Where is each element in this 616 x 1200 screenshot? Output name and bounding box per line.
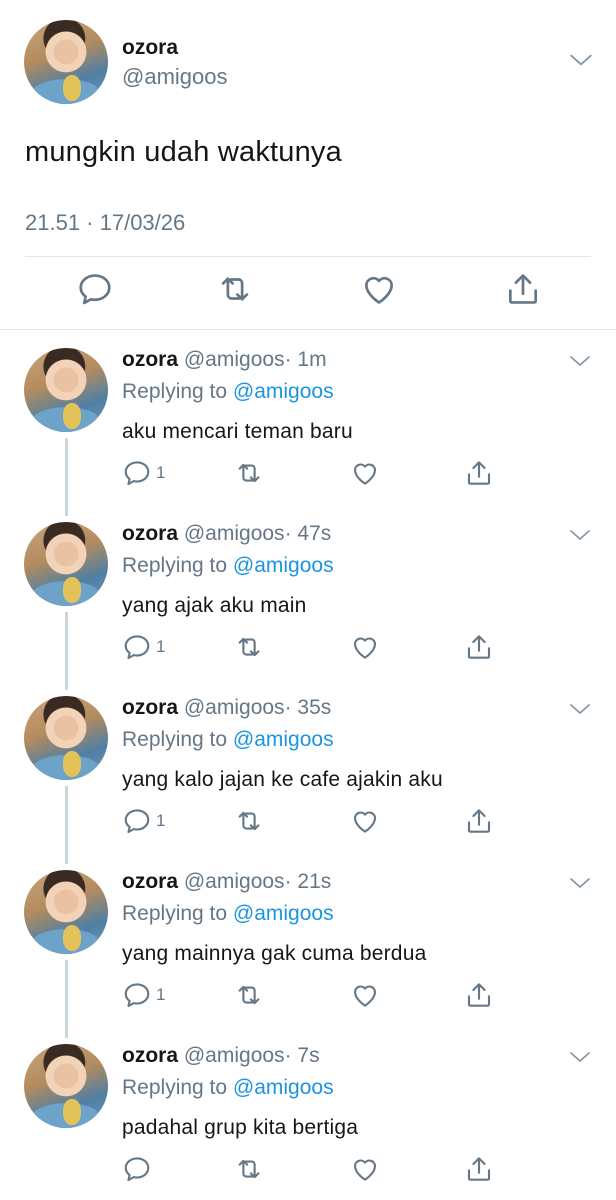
replying-to: Replying to @amigoos <box>122 902 334 925</box>
author-name[interactable]: ozora <box>122 1044 178 1067</box>
reply-icon <box>122 980 152 1010</box>
reply-count: 1 <box>156 985 166 1004</box>
retweet-icon[interactable] <box>234 456 264 490</box>
reply-count: 1 <box>156 637 166 656</box>
replying-to: Replying to @amigoos <box>122 728 334 751</box>
like-icon[interactable] <box>350 630 380 664</box>
tweet-text: aku mencari teman baru <box>122 420 353 443</box>
tweet-time: · 47s <box>284 522 332 545</box>
author-handle[interactable]: @amigoos <box>122 64 228 90</box>
avatar[interactable] <box>24 348 108 432</box>
retweet-icon[interactable] <box>234 978 264 1012</box>
share-icon[interactable] <box>464 456 494 490</box>
reply-icon <box>122 806 152 836</box>
retweet-icon[interactable] <box>234 630 264 664</box>
mention-link[interactable]: @amigoos <box>233 554 334 577</box>
reply-tweet[interactable]: ozora @amigoos· 47s Replying to @amigoos… <box>0 522 616 696</box>
reply-count: 1 <box>156 811 166 830</box>
chevron-down-icon[interactable] <box>568 700 592 718</box>
reply-icon <box>122 632 152 662</box>
reply-button[interactable] <box>122 1152 156 1186</box>
like-icon[interactable] <box>350 978 380 1012</box>
avatar[interactable] <box>24 1044 108 1128</box>
reply-tweet[interactable]: ozora @amigoos· 21s Replying to @amigoos… <box>0 870 616 1044</box>
tweet-time: · 35s <box>284 696 332 719</box>
divider <box>25 256 591 257</box>
reply-button[interactable]: 1 <box>122 630 165 664</box>
reply-button[interactable]: 1 <box>122 456 165 490</box>
tweet-text: mungkin udah waktunya <box>25 136 342 168</box>
tweet-text: yang kalo jajan ke cafe ajakin aku <box>122 768 443 791</box>
tweet-time: · 7s <box>284 1044 320 1067</box>
author-name[interactable]: ozora <box>122 522 178 545</box>
share-icon[interactable] <box>464 804 494 838</box>
like-icon[interactable] <box>350 1152 380 1186</box>
author-handle[interactable]: @amigoos <box>184 870 285 893</box>
retweet-icon[interactable] <box>216 270 256 314</box>
tweet-text: yang mainnya gak cuma berdua <box>122 942 427 965</box>
author-name[interactable]: ozora <box>122 870 178 893</box>
mention-link[interactable]: @amigoos <box>233 380 334 403</box>
chevron-down-icon[interactable] <box>568 352 592 370</box>
share-icon[interactable] <box>504 270 544 314</box>
reply-icon <box>122 1154 152 1184</box>
author-name[interactable]: ozora <box>122 696 178 719</box>
reply-button[interactable]: 1 <box>122 804 165 838</box>
tweet-actions: 1 <box>122 978 502 1014</box>
share-icon[interactable] <box>464 978 494 1012</box>
share-icon[interactable] <box>464 1152 494 1186</box>
tweet-actions: 1 <box>122 456 502 492</box>
chevron-down-icon[interactable] <box>568 874 592 892</box>
like-icon[interactable] <box>360 270 400 314</box>
chevron-down-icon[interactable] <box>568 1048 592 1066</box>
tweet-time: · 21s <box>284 870 332 893</box>
tweet-text: padahal grup kita bertiga <box>122 1116 359 1139</box>
like-icon[interactable] <box>350 804 380 838</box>
chevron-down-icon[interactable] <box>568 526 592 544</box>
avatar[interactable] <box>24 696 108 780</box>
avatar[interactable] <box>24 20 108 104</box>
replying-to: Replying to @amigoos <box>122 380 334 403</box>
author-handle[interactable]: @amigoos <box>184 522 285 545</box>
author-name[interactable]: ozora <box>122 348 178 371</box>
replying-to: Replying to @amigoos <box>122 554 334 577</box>
reply-tweet[interactable]: ozora @amigoos· 1m Replying to @amigoos … <box>0 348 616 522</box>
tweet-timestamp[interactable]: 21.51 · 17/03/26 <box>25 210 185 236</box>
retweet-icon[interactable] <box>234 804 264 838</box>
tweet-text: yang ajak aku main <box>122 594 307 617</box>
author-handle[interactable]: @amigoos <box>184 1044 285 1067</box>
author-handle[interactable]: @amigoos <box>184 696 285 719</box>
reply-tweet[interactable]: ozora @amigoos· 7s Replying to @amigoos … <box>0 1044 616 1200</box>
tweet-actions: 1 <box>122 804 502 840</box>
reply-icon[interactable] <box>76 270 116 314</box>
reply-button[interactable]: 1 <box>122 978 165 1012</box>
retweet-icon[interactable] <box>234 1152 264 1186</box>
author-name[interactable]: ozora <box>122 36 178 60</box>
tweet-actions <box>0 270 616 316</box>
avatar[interactable] <box>24 522 108 606</box>
like-icon[interactable] <box>350 456 380 490</box>
tweet-time: · 1m <box>284 348 327 371</box>
tweet-actions <box>122 1152 502 1188</box>
reply-icon <box>122 458 152 488</box>
main-tweet[interactable]: ozora @amigoos mungkin udah waktunya 21.… <box>0 0 616 330</box>
tweet-actions: 1 <box>122 630 502 666</box>
reply-count: 1 <box>156 463 166 482</box>
mention-link[interactable]: @amigoos <box>233 902 334 925</box>
replying-to: Replying to @amigoos <box>122 1076 334 1099</box>
divider <box>0 329 616 330</box>
avatar[interactable] <box>24 870 108 954</box>
mention-link[interactable]: @amigoos <box>233 728 334 751</box>
reply-tweet[interactable]: ozora @amigoos· 35s Replying to @amigoos… <box>0 696 616 870</box>
chevron-down-icon[interactable] <box>568 50 594 70</box>
author-handle[interactable]: @amigoos <box>184 348 285 371</box>
share-icon[interactable] <box>464 630 494 664</box>
mention-link[interactable]: @amigoos <box>233 1076 334 1099</box>
